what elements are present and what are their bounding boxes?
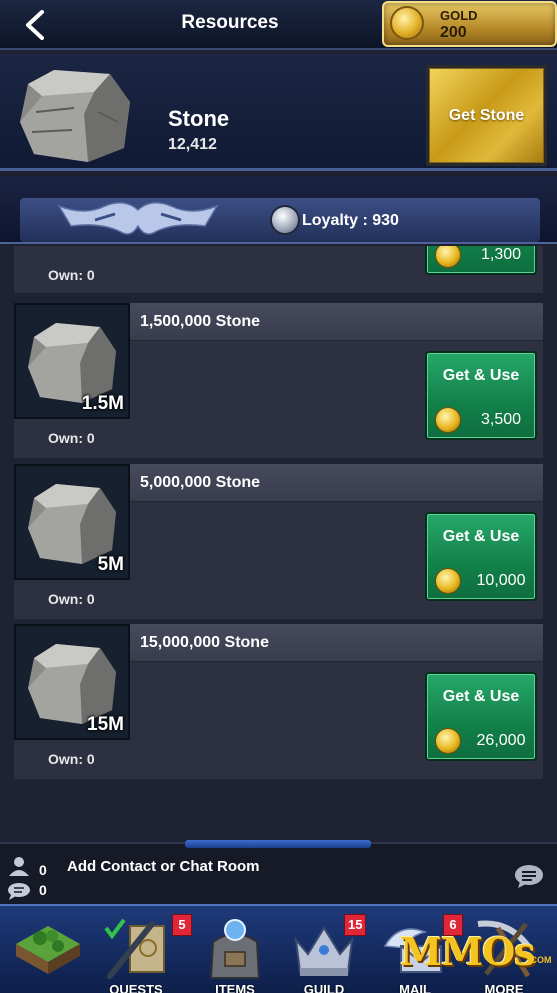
loyalty-medal-icon: [270, 205, 300, 235]
item-qty-label: 1.5M: [81, 393, 124, 414]
get-use-button[interactable]: Get & Use 3,500: [425, 351, 537, 440]
nav-kingdom[interactable]: [6, 912, 90, 993]
item-price: 10,000: [476, 572, 526, 589]
kingdom-map-icon: [16, 926, 80, 974]
get-use-button[interactable]: Get & Use 10,000: [425, 512, 537, 601]
gold-coin-icon: [435, 728, 461, 754]
item-list[interactable]: Own: 0 1,300 1,500,000 Stone 1.5M Own: 0…: [0, 246, 557, 842]
item-price: 26,000: [476, 732, 526, 749]
person-icon: [9, 857, 29, 876]
add-contact-link[interactable]: Add Contact or Chat Room: [67, 858, 260, 875]
messages-count: 0: [39, 882, 47, 898]
nav-guild[interactable]: 15 GUILD: [282, 912, 367, 993]
page-title: Resources: [181, 12, 279, 33]
watermark-text: MMOs: [400, 929, 536, 974]
item-own-count: Own: 0: [48, 751, 95, 767]
item-titlebar: 15,000,000 Stone: [130, 624, 543, 662]
get-use-label: Get & Use: [442, 367, 520, 384]
item-title: 15,000,000 Stone: [140, 634, 269, 651]
get-use-button[interactable]: Get & Use 26,000: [425, 672, 537, 761]
item-qty-label: 15M: [87, 714, 124, 735]
contacts-count: 0: [39, 862, 47, 878]
item-own-count: Own: 0: [48, 430, 95, 446]
quest-scroll-icon: [104, 918, 165, 979]
item-price: 1,300: [480, 246, 522, 263]
nav-quests[interactable]: 5 QUESTS: [94, 912, 192, 993]
watermark-suffix: .COM: [528, 955, 552, 965]
item-titlebar: 1,500,000 Stone: [130, 303, 543, 341]
items-bag-icon: [209, 919, 261, 979]
list-item: 1,500,000 Stone 1.5M Own: 0 Get & Use 3,…: [14, 303, 543, 458]
item-titlebar: 5,000,000 Stone: [130, 464, 543, 502]
get-use-label: Get & Use: [442, 688, 520, 705]
mmos-watermark-logo: MMOs .COM: [400, 925, 552, 975]
get-stone-button[interactable]: Get Stone: [426, 65, 547, 166]
chat-open-icon[interactable]: [514, 864, 544, 888]
list-item: Own: 0 1,300: [14, 246, 543, 293]
item-title: 1,500,000 Stone: [140, 313, 261, 330]
nav-label: GUILD: [303, 982, 345, 993]
quests-badge: 5: [172, 914, 192, 936]
item-own-count: Own: 0: [48, 267, 95, 283]
item-price: 3,500: [480, 411, 522, 428]
top-bar: Resources GOLD 200: [0, 0, 557, 50]
nav-label: MORE: [484, 982, 524, 993]
back-button[interactable]: [18, 8, 52, 42]
gold-coin-icon: [435, 568, 461, 594]
stone-icon: [20, 70, 130, 162]
list-item: 5,000,000 Stone 5M Own: 0 Get & Use 10,0…: [14, 464, 543, 619]
item-title: 5,000,000 Stone: [140, 474, 261, 491]
item-own-count: Own: 0: [48, 591, 95, 607]
get-use-label: Get & Use: [442, 528, 520, 545]
chevron-left-icon: [26, 10, 44, 40]
gold-coin-icon: [390, 6, 424, 40]
chat-bar[interactable]: 0 0 Add Contact or Chat Room: [0, 840, 557, 904]
get-use-button[interactable]: 1,300: [425, 246, 537, 275]
gold-coin-icon: [435, 407, 461, 433]
list-item: 15,000,000 Stone 15M Own: 0 Get & Use 26…: [14, 624, 543, 779]
ornament-icon: [57, 202, 219, 235]
nav-label: MAIL: [399, 982, 431, 993]
item-thumbnail: 5M: [14, 464, 130, 580]
resource-name: Stone: [168, 106, 230, 131]
nav-items[interactable]: ITEMS: [193, 912, 277, 993]
gold-balance[interactable]: GOLD 200: [382, 1, 557, 47]
loyalty-text: Loyalty : 930: [302, 212, 399, 229]
resource-count: 12,412: [168, 136, 217, 153]
item-qty-label: 5M: [97, 554, 124, 575]
guild-badge: 15: [344, 914, 367, 936]
item-thumbnail: 1.5M: [14, 303, 130, 419]
nav-label: ITEMS: [215, 982, 255, 993]
gold-label: GOLD: [440, 8, 478, 23]
chat-bubble-icon: [8, 883, 30, 900]
chat-drag-handle[interactable]: [185, 840, 371, 848]
item-thumbnail: 15M: [14, 624, 130, 740]
gold-value: 200: [440, 24, 467, 41]
nav-label: QUESTS: [109, 982, 163, 993]
gold-coin-icon: [435, 246, 461, 268]
resource-summary: Stone 12,412 Get Stone: [0, 54, 557, 171]
